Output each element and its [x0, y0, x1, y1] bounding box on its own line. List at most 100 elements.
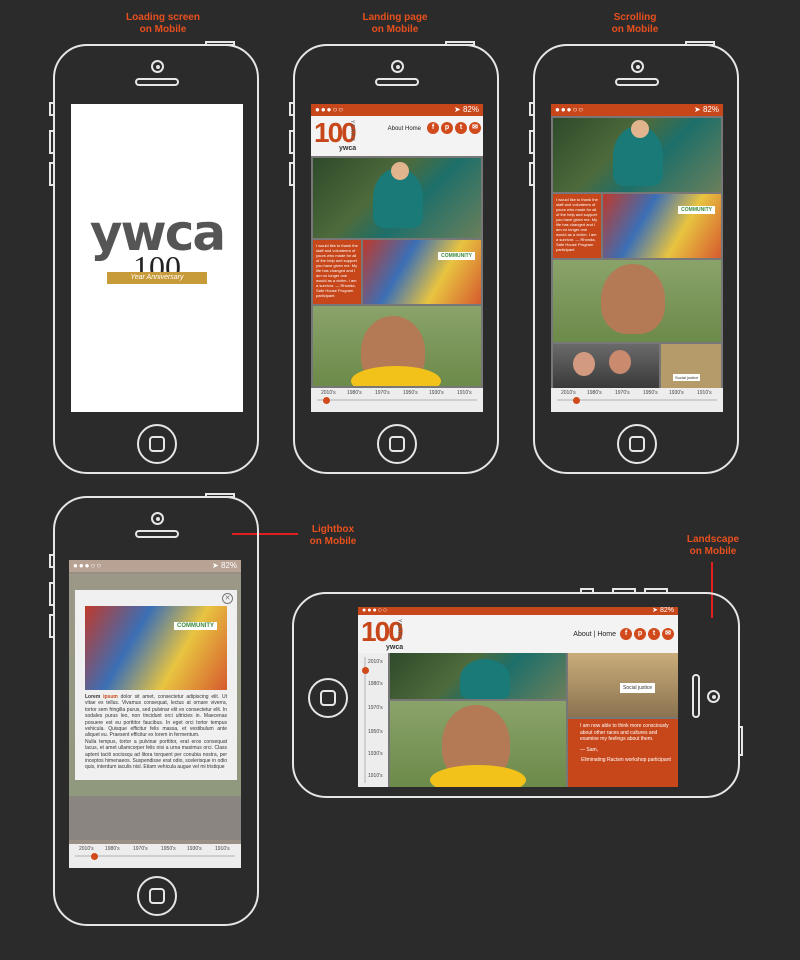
photo-face [631, 120, 649, 138]
timeline-1930s[interactable]: 1930's [669, 390, 684, 396]
lead-word: Lorem [85, 694, 101, 700]
timeline-1980s[interactable]: 1980's [105, 846, 120, 852]
timeline-1950s[interactable]: 1950's [368, 729, 383, 735]
landscape-quote-card[interactable]: I am now able to think more consciously … [568, 719, 678, 787]
landing-screen: ●●●○○ ➤ 82% 100 YEARS ywca f p t ✉ About… [311, 104, 483, 412]
twitter-icon[interactable]: t [455, 122, 467, 134]
timeline-1910s[interactable]: 1910's [457, 390, 472, 396]
timeline-2010s[interactable]: 2010's [368, 659, 383, 665]
timeline-1980s[interactable]: 1980's [368, 681, 383, 687]
timeline-1930s[interactable]: 1930's [368, 751, 383, 757]
facebook-icon[interactable]: f [427, 122, 439, 134]
timeline-1980s[interactable]: 1980's [587, 390, 602, 396]
quote-card[interactable]: I would like to thank the staff and volu… [553, 194, 601, 258]
paragraph-2: Nulla tempus, tortor a pulvinar porttito… [85, 738, 227, 771]
email-icon[interactable]: ✉ [469, 122, 481, 134]
timeline[interactable]: 2010's 1980's 1970's 1950's 1930's 1910'… [551, 388, 723, 412]
brand-ywca: ywca [386, 644, 404, 651]
timeline-1970s[interactable]: 1970's [375, 390, 390, 396]
home-button[interactable] [308, 678, 348, 718]
home-button[interactable] [137, 876, 177, 916]
pinterest-icon[interactable]: p [441, 122, 453, 134]
phone-scrolling: ●●●○○ ➤ 82% I would like to thank the st… [529, 41, 739, 474]
couple-photo[interactable] [553, 344, 659, 388]
timeline-1980s[interactable]: 1980's [347, 390, 362, 396]
timeline-1970s[interactable]: 1970's [368, 705, 383, 711]
quote-author: — Sam, [580, 746, 599, 753]
timeline-1950s[interactable]: 1950's [643, 390, 658, 396]
email-icon[interactable]: ✉ [662, 628, 674, 640]
timeline-2010s[interactable]: 2010's [79, 846, 94, 852]
background-couple-dimmed [69, 796, 241, 840]
timeline-1930s[interactable]: 1930's [429, 390, 444, 396]
social-justice-photo[interactable]: Social justice [568, 653, 678, 717]
timeline[interactable]: 2010's 1980's 1970's 1950's 1930's 1910'… [69, 844, 241, 868]
app-header: 100 YEARS ywca About | Home f p t ✉ [358, 615, 678, 653]
timeline-handle[interactable] [362, 667, 369, 674]
battery-indicator: ➤ 82% [652, 607, 674, 614]
side-button [685, 41, 715, 46]
label-line: on Mobile [371, 24, 419, 35]
timeline-1910s[interactable]: 1910's [697, 390, 712, 396]
child-photo[interactable] [313, 306, 481, 386]
timeline-handle[interactable] [91, 853, 98, 860]
lightbox-community-photo[interactable]: COMMUNITY [85, 606, 227, 690]
timeline-1910s[interactable]: 1910's [215, 846, 230, 852]
timeline-1970s[interactable]: 1970's [615, 390, 630, 396]
hero-photo[interactable] [313, 158, 481, 238]
camera [631, 60, 644, 73]
child-photo[interactable] [390, 701, 566, 787]
timeline-1910s[interactable]: 1910's [368, 773, 383, 779]
nav-home[interactable]: Home [597, 631, 616, 638]
pinterest-icon[interactable]: p [634, 628, 646, 640]
home-button[interactable] [137, 424, 177, 464]
community-photo[interactable]: COMMUNITY [603, 194, 721, 258]
community-photo[interactable]: COMMUNITY [363, 240, 481, 304]
nav: About Home [388, 126, 421, 132]
community-banner: COMMUNITY [438, 252, 475, 260]
timeline-track [75, 855, 235, 857]
timeline-1950s[interactable]: 1950's [161, 846, 176, 852]
timeline-handle[interactable] [323, 397, 330, 404]
timeline-2010s[interactable]: 2010's [561, 390, 576, 396]
quote-text: I would like to thank the staff and volu… [316, 243, 358, 298]
close-icon[interactable]: ✕ [222, 593, 233, 604]
timeline-2010s[interactable]: 2010's [321, 390, 336, 396]
facebook-icon[interactable]: f [620, 628, 632, 640]
photo-face [391, 162, 409, 180]
lightbox-panel: ✕ COMMUNITY Lorem ipsum dolor sit amet, … [75, 590, 237, 780]
photo-face [601, 264, 665, 334]
nav-home[interactable]: Home [405, 126, 421, 132]
timeline-1930s[interactable]: 1930's [187, 846, 202, 852]
brand-years: YEARS [349, 120, 355, 142]
photo-flower [351, 366, 441, 386]
lightbox-body: Lorem ipsum dolor sit amet, consectetur … [85, 694, 227, 771]
battery-percent: 82% [462, 105, 479, 114]
timeline-1950s[interactable]: 1950's [403, 390, 418, 396]
scrolling-screen: ●●●○○ ➤ 82% I would like to thank the st… [551, 104, 723, 412]
timeline-handle[interactable] [573, 397, 580, 404]
signal-strength: ●●●○○ [362, 607, 389, 614]
timeline-1970s[interactable]: 1970's [133, 846, 148, 852]
nav-about[interactable]: About [388, 126, 404, 132]
battery-percent: 82% [659, 607, 674, 614]
twitter-icon[interactable]: t [648, 628, 660, 640]
side-button [644, 588, 668, 594]
vertical-timeline[interactable]: 2010's 1980's 1970's 1950's 1930's 1910'… [358, 653, 388, 787]
battery-indicator: ➤ 82% [454, 105, 479, 114]
camera [151, 60, 164, 73]
home-button[interactable] [617, 424, 657, 464]
social-justice-photo[interactable]: Social justice [661, 344, 721, 388]
app-header: 100 YEARS ywca f p t ✉ About Home [311, 116, 483, 156]
camera [391, 60, 404, 73]
child-photo[interactable] [553, 260, 721, 342]
home-button[interactable] [377, 424, 417, 464]
nav-about[interactable]: About [573, 631, 591, 638]
hero-photo[interactable] [390, 653, 566, 699]
hero-photo[interactable] [553, 118, 721, 192]
side-button [529, 130, 535, 154]
quote-card[interactable]: I would like to thank the staff and volu… [313, 240, 361, 304]
side-button [580, 588, 594, 594]
timeline[interactable]: 2010's 1980's 1970's 1950's 1930's 1910'… [311, 388, 483, 412]
side-button [49, 162, 55, 186]
